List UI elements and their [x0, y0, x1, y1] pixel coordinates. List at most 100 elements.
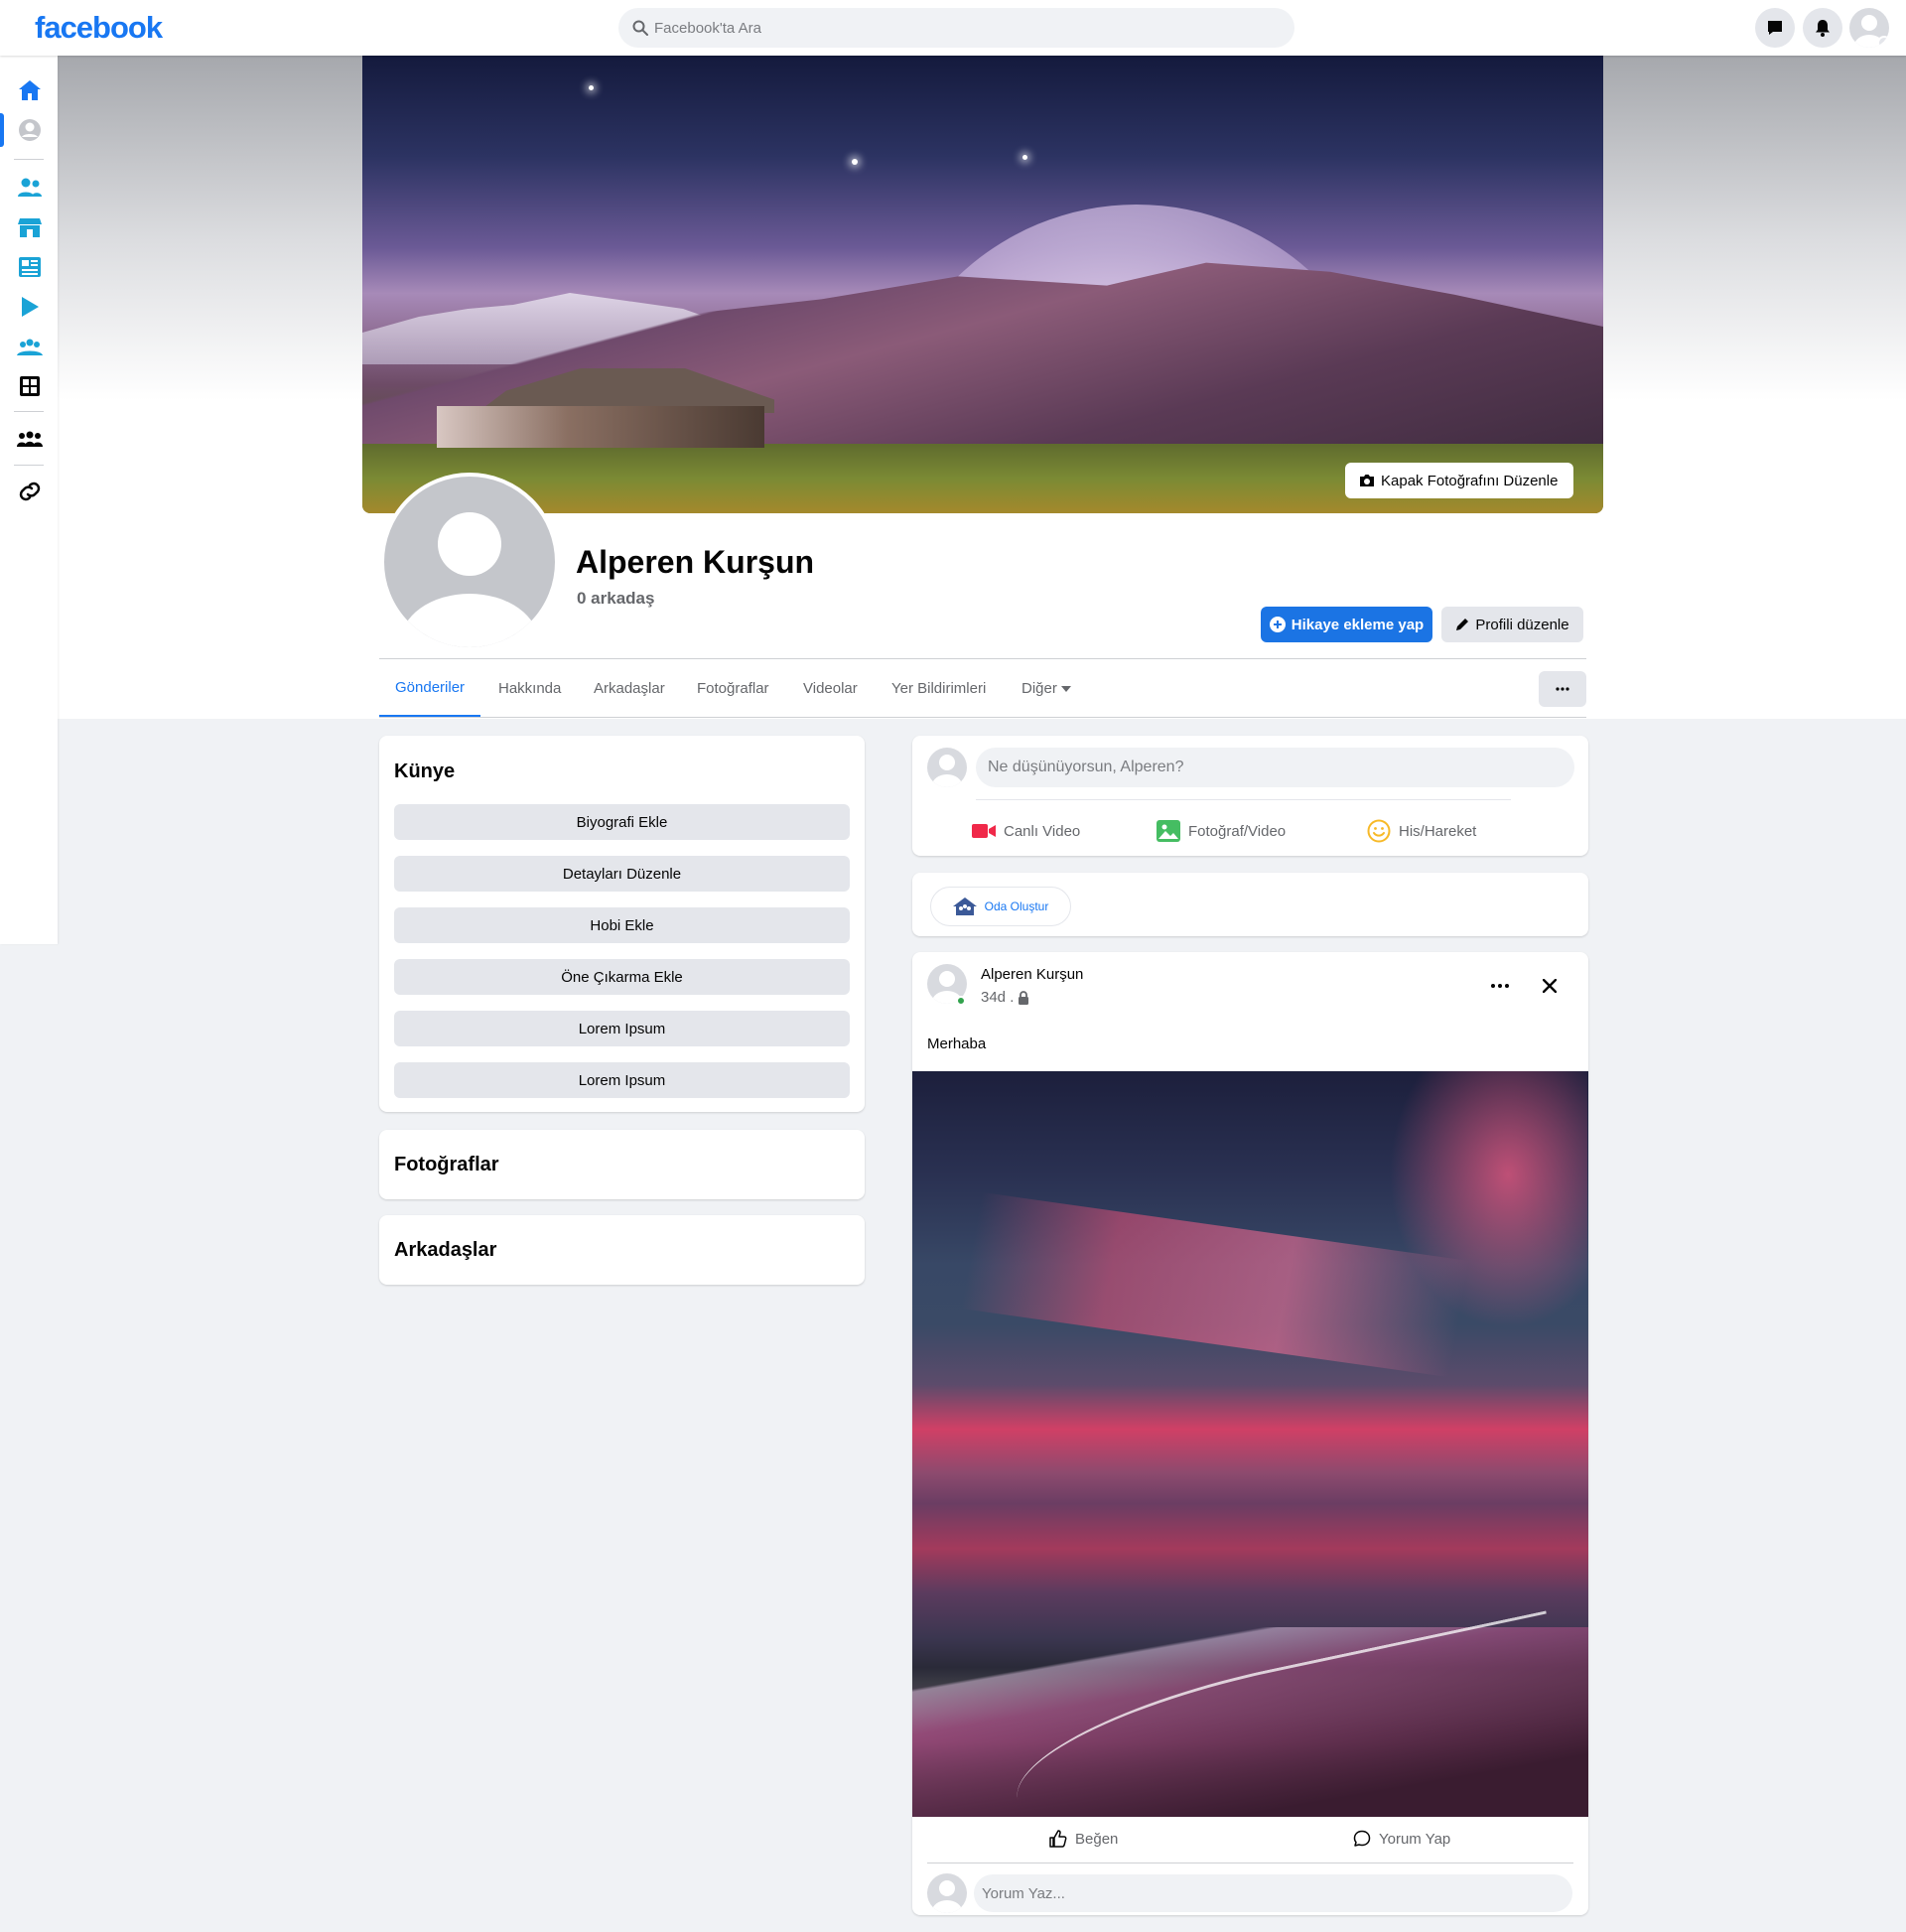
comment-avatar[interactable]	[927, 1873, 967, 1913]
link-icon	[19, 482, 41, 501]
friends-card-title[interactable]: Arkadaşlar	[394, 1239, 496, 1262]
comment-button[interactable]: Yorum Yap	[1353, 1817, 1450, 1861]
smile-icon	[1367, 819, 1391, 843]
tab-check-ins[interactable]: Yer Bildirimleri	[891, 659, 986, 718]
add-story-button[interactable]: Hikaye ekleme yap	[1261, 607, 1432, 642]
post-options-button[interactable]	[1482, 968, 1518, 1004]
composer-input[interactable]	[976, 748, 1574, 787]
top-navigation-bar: facebook	[0, 0, 1906, 56]
lorem-ipsum-button[interactable]: Lorem Ipsum	[394, 1011, 850, 1046]
photos-card: Fotoğraflar	[379, 1130, 865, 1199]
intro-title: Künye	[394, 760, 456, 782]
lock-icon	[1019, 990, 1029, 1005]
profile-picture[interactable]	[380, 473, 559, 651]
search-bar[interactable]	[618, 8, 1294, 48]
search-input[interactable]	[654, 8, 1270, 48]
add-featured-button[interactable]: Öne Çıkarma Ekle	[394, 959, 850, 995]
tab-posts[interactable]: Gönderiler	[379, 659, 481, 718]
rail-separator	[14, 465, 44, 466]
online-status-dot	[956, 996, 966, 1006]
rail-community[interactable]	[17, 426, 43, 452]
close-icon	[1543, 979, 1557, 993]
edit-cover-label: Kapak Fotoğrafını Düzenle	[1381, 472, 1559, 489]
cover-photo[interactable]	[362, 56, 1603, 513]
tab-friends[interactable]: Arkadaşlar	[594, 659, 665, 718]
house-graphic	[437, 368, 784, 448]
left-sidebar	[0, 56, 58, 944]
caret-down-icon	[1060, 685, 1071, 692]
groups-icon	[17, 339, 43, 355]
rail-marketplace[interactable]	[17, 214, 43, 240]
create-room-button[interactable]: Oda Oluştur	[930, 887, 1071, 926]
watch-icon	[22, 297, 39, 317]
rail-separator	[14, 411, 44, 412]
rail-home[interactable]	[17, 77, 43, 103]
tab-about[interactable]: Hakkında	[498, 659, 561, 718]
feeling-activity-button[interactable]: His/Hareket	[1367, 815, 1476, 847]
edit-profile-button[interactable]: Profili düzenle	[1441, 607, 1583, 642]
rail-news[interactable]	[17, 254, 43, 280]
profile-name: Alperen Kurşun	[576, 544, 815, 580]
camera-icon	[1360, 475, 1374, 486]
tab-photos[interactable]: Fotoğraflar	[697, 659, 769, 718]
lorem-ipsum-button[interactable]: Lorem Ipsum	[394, 1062, 850, 1098]
messenger-button[interactable]	[1755, 8, 1795, 48]
star	[589, 85, 594, 90]
composer-divider	[976, 799, 1511, 800]
star	[1022, 155, 1027, 160]
avatar-icon	[932, 755, 962, 787]
rail-separator	[14, 159, 44, 160]
tab-more[interactable]: Diğer	[1021, 659, 1071, 718]
room-card: Oda Oluştur	[912, 873, 1588, 936]
active-indicator	[0, 113, 4, 147]
composer-card: Canlı Video Fotoğraf/Video His/Hareket	[912, 736, 1588, 856]
photos-card-title[interactable]: Fotoğraflar	[394, 1154, 499, 1176]
friends-count[interactable]: 0 arkadaş	[577, 589, 654, 609]
intro-card: Künye Biyografi Ekle Detayları Düzenle H…	[379, 736, 865, 1112]
chevron-down-icon	[1877, 36, 1889, 48]
apps-icon	[20, 376, 40, 396]
post-photo[interactable]	[912, 1071, 1588, 1817]
edit-cover-photo-button[interactable]: Kapak Fotoğrafını Düzenle	[1345, 463, 1574, 498]
comment-input[interactable]	[974, 1874, 1572, 1912]
community-icon	[17, 431, 43, 447]
search-icon	[632, 20, 648, 36]
like-button[interactable]: Beğen	[1049, 1817, 1118, 1861]
house-wall	[437, 406, 764, 448]
edit-details-button[interactable]: Detayları Düzenle	[394, 856, 850, 892]
account-menu-avatar[interactable]	[1849, 8, 1889, 48]
tab-options-button[interactable]	[1539, 671, 1586, 707]
hide-post-button[interactable]	[1532, 968, 1567, 1004]
live-video-icon	[972, 824, 996, 838]
profile-tabs: Gönderiler Hakkında Arkadaşlar Fotoğrafl…	[379, 659, 1586, 719]
star	[852, 159, 858, 165]
add-bio-button[interactable]: Biyografi Ekle	[394, 804, 850, 840]
add-story-label: Hikaye ekleme yap	[1291, 616, 1425, 633]
thumbs-up-icon	[1049, 1830, 1067, 1848]
post-timestamp[interactable]: 34d .	[981, 989, 1029, 1006]
live-video-button[interactable]: Canlı Video	[972, 815, 1080, 847]
composer-avatar[interactable]	[927, 748, 967, 787]
rail-groups[interactable]	[17, 334, 43, 359]
rail-friends[interactable]	[17, 175, 43, 201]
post-actions: Beğen Yorum Yap	[912, 1817, 1588, 1861]
post-author-name[interactable]: Alperen Kurşun	[981, 966, 1083, 983]
rail-profile[interactable]	[17, 117, 43, 143]
home-icon	[19, 80, 41, 100]
friends-card: Arkadaşlar	[379, 1215, 865, 1285]
photo-video-button[interactable]: Fotoğraf/Video	[1157, 815, 1286, 847]
news-icon	[19, 257, 41, 277]
rail-watch[interactable]	[17, 294, 43, 320]
rail-link[interactable]	[17, 479, 43, 504]
notifications-button[interactable]	[1803, 8, 1842, 48]
rail-apps[interactable]	[17, 373, 43, 399]
tab-videos[interactable]: Videolar	[803, 659, 858, 718]
friends-icon	[18, 178, 42, 197]
comment-icon	[1353, 1830, 1371, 1847]
plus-circle-icon	[1269, 617, 1286, 632]
edit-profile-label: Profili düzenle	[1475, 616, 1569, 633]
post-text: Merhaba	[927, 1035, 987, 1052]
add-hobbies-button[interactable]: Hobi Ekle	[394, 907, 850, 943]
facebook-logo[interactable]: facebook	[35, 10, 163, 46]
default-avatar-icon	[400, 512, 539, 647]
